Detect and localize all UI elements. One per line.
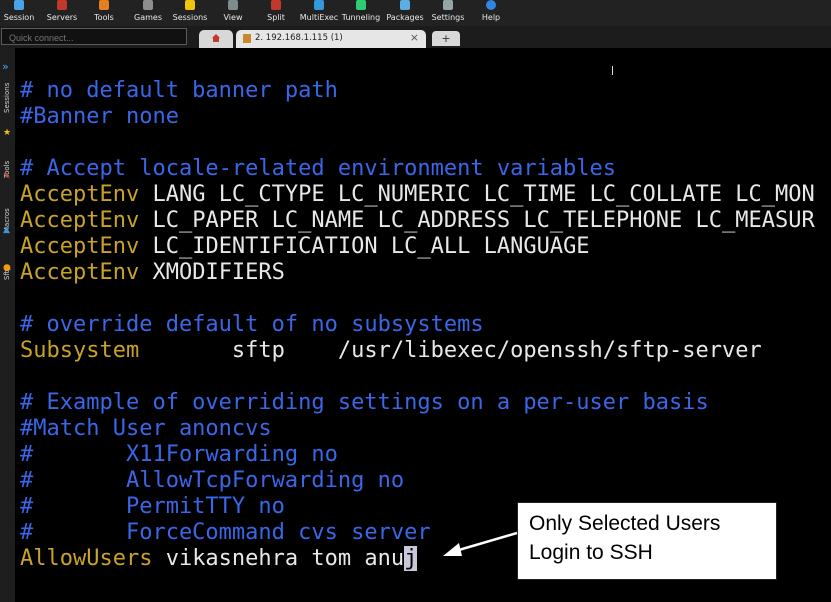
- toolbar-split-button[interactable]: Split: [254, 0, 298, 26]
- terminal-line: AcceptEnv XMODIFIERS: [20, 260, 285, 286]
- annotation-callout: Only Selected Users Login to SSH: [517, 502, 777, 580]
- session-tab-active[interactable]: 2. 192.168.1.115 (1) ×: [236, 30, 426, 48]
- config-comment: # X11Forwarding no: [20, 442, 338, 467]
- tab-label: 2. 192.168.1.115 (1): [255, 33, 343, 43]
- settings-icon: [443, 0, 453, 10]
- toolbar-label: Help: [481, 13, 501, 22]
- terminal-line: AllowUsers vikasnehra tom anuj: [20, 546, 418, 572]
- terminal-line: # no default banner path: [20, 78, 338, 104]
- terminal-line: # Accept locale-related environment vari…: [20, 156, 616, 182]
- sessions-star-icon: [185, 0, 195, 10]
- toolbar-label: View: [223, 13, 243, 22]
- config-comment: #Match User anoncvs: [20, 416, 272, 441]
- config-value: LC_IDENTIFICATION LC_ALL LANGUAGE: [139, 234, 590, 259]
- terminal-line: #Match User anoncvs: [20, 416, 272, 442]
- expand-sidebar-icon[interactable]: »: [2, 60, 9, 73]
- config-comment: # ForceCommand cvs server: [20, 520, 431, 545]
- config-value: XMODIFIERS: [139, 260, 285, 285]
- toolbar-label: Settings: [431, 13, 465, 22]
- toolbar-label: Split: [267, 13, 285, 22]
- toolbar-packages-button[interactable]: Packages: [383, 0, 427, 26]
- toolbar-label: Servers: [46, 13, 78, 22]
- toolbar-session-button[interactable]: Session: [0, 0, 41, 26]
- sftp-icon: ●: [3, 263, 11, 273]
- terminal-line: # PermitTTY no: [20, 494, 285, 520]
- toolbar-label: Tunneling: [341, 13, 381, 22]
- toolbar-servers-button[interactable]: Servers: [40, 0, 84, 26]
- config-keyword: AcceptEnv: [20, 208, 140, 233]
- terminal-line: # Example of overriding settings on a pe…: [20, 390, 709, 416]
- help-icon: [486, 0, 496, 10]
- config-value: LANG LC_CTYPE LC_NUMERIC LC_TIME LC_COLL…: [139, 182, 815, 207]
- quick-connect-input[interactable]: [1, 28, 187, 45]
- servers-icon: [57, 0, 67, 10]
- terminal-line: Subsystem sftp /usr/libexec/openssh/sftp…: [20, 338, 762, 364]
- games-icon: [143, 0, 153, 10]
- terminal-line: # AllowTcpForwarding no: [20, 468, 404, 494]
- macros-icon: ▲: [3, 225, 10, 235]
- session-icon: [14, 0, 24, 10]
- toolbar-label: Session: [3, 13, 35, 22]
- toolbar-label: Games: [134, 13, 162, 22]
- config-comment: # override default of no subsystems: [20, 312, 484, 337]
- config-comment: # Example of overriding settings on a pe…: [20, 390, 709, 415]
- toolbar-tunneling-button[interactable]: Tunneling: [339, 0, 383, 26]
- config-keyword: Subsystem: [20, 338, 140, 363]
- terminal-line: # override default of no subsystems: [20, 312, 484, 338]
- terminal-line: #Banner none: [20, 104, 179, 130]
- tools-icon: ✎: [3, 172, 11, 182]
- toolbar-tools-button[interactable]: Tools: [82, 0, 126, 26]
- terminal-line: # ForceCommand cvs server: [20, 520, 431, 546]
- main-toolbar: Session Servers Tools Games Sessions View Spli…: [0, 0, 831, 26]
- toolbar-label: Tools: [94, 13, 114, 22]
- home-tab[interactable]: [199, 30, 233, 48]
- config-comment: # AllowTcpForwarding no: [20, 468, 405, 493]
- toolbar-games-button[interactable]: Games: [126, 0, 170, 26]
- config-value: vikasnehra tom anu: [152, 546, 405, 571]
- config-comment: # no default banner path: [20, 78, 338, 103]
- mouse-ibeam-cursor: [612, 66, 613, 75]
- toolbar-label: Sessions: [172, 13, 208, 22]
- terminal-line: AcceptEnv LC_IDENTIFICATION LC_ALL LANGU…: [20, 234, 590, 260]
- home-icon: [212, 34, 220, 42]
- config-value: sftp /usr/libexec/openssh/sftp-server: [139, 338, 762, 363]
- toolbar-view-button[interactable]: View: [211, 0, 255, 26]
- view-icon: [228, 0, 238, 10]
- toolbar-multiexec-button[interactable]: MultiExec: [297, 0, 341, 26]
- tools-icon: [99, 0, 109, 10]
- multiexec-icon: [314, 0, 324, 10]
- terminal-line: AcceptEnv LC_PAPER LC_NAME LC_ADDRESS LC…: [20, 208, 815, 234]
- star-icon: ★: [3, 128, 12, 138]
- terminal-tab-icon: [243, 34, 251, 43]
- toolbar-label: Packages: [386, 13, 424, 22]
- side-rail: » Sessions ★ Tools ✎ Macros ▲ Sftp ●: [0, 48, 16, 602]
- toolbar-label: MultiExec: [299, 13, 339, 22]
- toolbar-help-button[interactable]: Help: [469, 0, 513, 26]
- new-tab-button[interactable]: +: [432, 31, 460, 46]
- toolbar-settings-button[interactable]: Settings: [426, 0, 470, 26]
- side-tab-label: Sessions: [3, 82, 11, 113]
- split-icon: [271, 0, 281, 10]
- config-comment: # Accept locale-related environment vari…: [20, 156, 617, 181]
- config-keyword: AllowUsers: [20, 546, 153, 571]
- callout-line-1: Only Selected Users: [529, 512, 721, 535]
- config-keyword: AcceptEnv: [20, 260, 140, 285]
- packages-icon: [400, 0, 410, 10]
- close-tab-icon[interactable]: ×: [410, 31, 419, 44]
- tab-bar: 2. 192.168.1.115 (1) × +: [0, 26, 831, 48]
- config-comment: #Banner none: [20, 104, 179, 129]
- text-cursor: j: [404, 546, 418, 571]
- terminal-line: AcceptEnv LANG LC_CTYPE LC_NUMERIC LC_TI…: [20, 182, 815, 208]
- config-comment: # PermitTTY no: [20, 494, 285, 519]
- callout-line-2: Login to SSH: [529, 541, 653, 564]
- terminal-line: # X11Forwarding no: [20, 442, 338, 468]
- config-keyword: AcceptEnv: [20, 182, 140, 207]
- config-keyword: AcceptEnv: [20, 234, 140, 259]
- config-value: LC_PAPER LC_NAME LC_ADDRESS LC_TELEPHONE…: [139, 208, 815, 233]
- tunneling-icon: [356, 0, 366, 10]
- toolbar-sessions-button[interactable]: Sessions: [168, 0, 212, 26]
